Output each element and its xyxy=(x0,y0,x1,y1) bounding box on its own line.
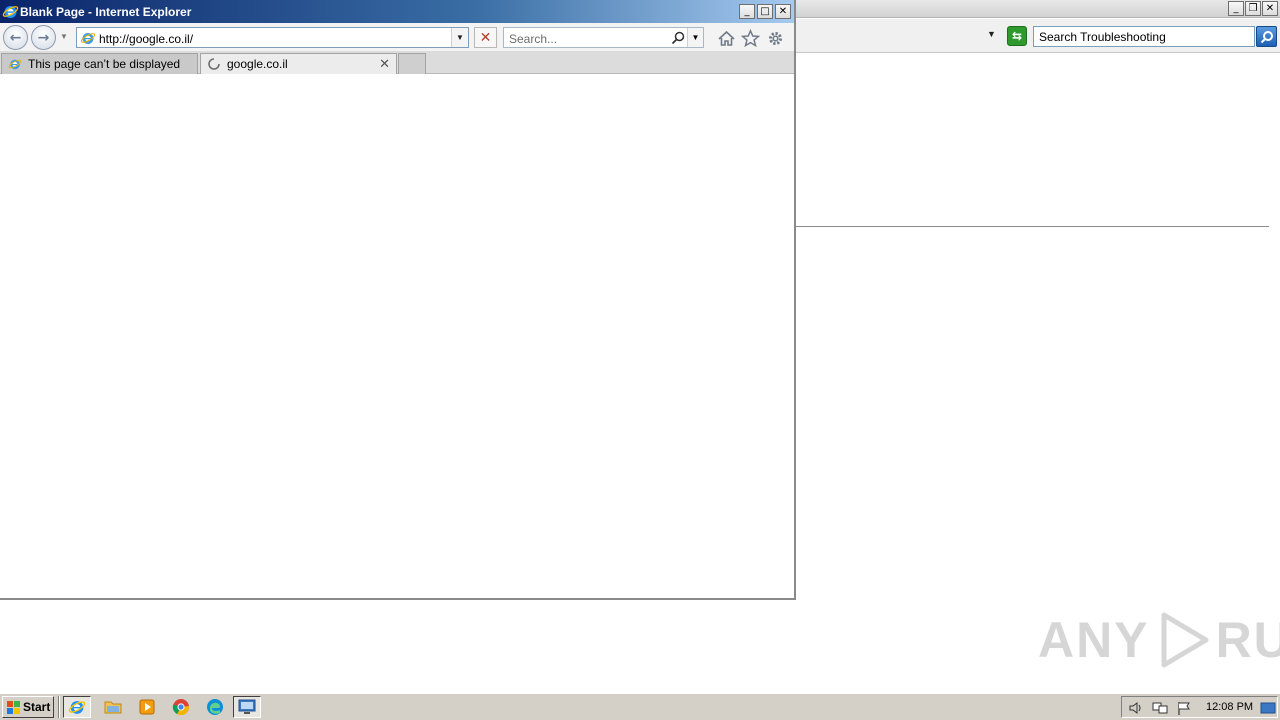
taskbar-file-explorer[interactable] xyxy=(99,696,127,718)
favorites-star-icon[interactable] xyxy=(741,29,760,48)
background-caption-buttons: _ ❐ ✕ xyxy=(1228,1,1278,16)
ie-window-title: Blank Page - Internet Explorer xyxy=(20,5,192,19)
bg-close-button[interactable]: ✕ xyxy=(1262,1,1278,16)
taskbar-remote-desktop[interactable] xyxy=(233,696,261,718)
bg-refresh-icon[interactable]: ⇆ xyxy=(1007,26,1027,46)
bg-restore-button[interactable]: ❐ xyxy=(1245,1,1261,16)
tools-gear-icon[interactable] xyxy=(766,29,785,48)
bg-search-button[interactable] xyxy=(1256,26,1277,47)
edge-icon xyxy=(207,699,223,715)
background-toolbar: ▼ ⇆ Search Troubleshooting xyxy=(795,19,1280,53)
ie-minimize-button[interactable]: _ xyxy=(739,4,755,19)
taskbar-edge[interactable] xyxy=(201,696,229,718)
loading-spinner-icon xyxy=(208,58,220,70)
ie-maximize-button[interactable]: □ xyxy=(757,4,773,19)
back-button[interactable]: ← xyxy=(3,25,28,50)
horizontal-divider xyxy=(795,226,1269,227)
background-window-titlebar: _ ❐ ✕ xyxy=(795,0,1280,18)
tab-page-cant-be-displayed[interactable]: This page can’t be displayed xyxy=(1,53,198,74)
ie-navigation-toolbar: ← → ▼ ▼ ✕ ▼ xyxy=(0,23,794,51)
page-content-area xyxy=(0,75,794,598)
media-player-icon xyxy=(139,699,155,715)
recent-pages-dropdown-icon[interactable]: ▼ xyxy=(60,32,68,41)
ie-window: Blank Page - Internet Explorer _ □ ✕ ← →… xyxy=(0,0,796,600)
taskbar-internet-explorer[interactable] xyxy=(63,696,91,718)
taskbar-separator xyxy=(58,696,60,718)
chrome-icon xyxy=(172,699,189,716)
search-provider-dropdown-icon[interactable]: ▼ xyxy=(687,28,703,47)
clock[interactable]: 12:08 PM xyxy=(1206,701,1253,713)
tab-label: google.co.il xyxy=(227,57,288,71)
network-icon[interactable] xyxy=(1152,700,1168,716)
ie-caption-buttons: _ □ ✕ xyxy=(739,4,791,19)
bg-history-dropdown-icon[interactable]: ▼ xyxy=(987,29,996,39)
volume-icon[interactable] xyxy=(1128,700,1144,716)
tab-bar: This page can’t be displayed google.co.i… xyxy=(0,51,794,74)
search-input[interactable] xyxy=(509,31,659,46)
ie-logo-icon xyxy=(2,6,19,18)
address-input[interactable] xyxy=(99,31,449,46)
action-center-flag-icon[interactable] xyxy=(1176,700,1192,716)
windows-flag-icon xyxy=(7,700,20,714)
show-desktop-icon[interactable] xyxy=(1260,700,1276,716)
tab-google[interactable]: google.co.il ✕ xyxy=(200,53,397,74)
start-button[interactable]: Start xyxy=(2,696,54,718)
stop-button[interactable]: ✕ xyxy=(474,27,497,48)
bg-minimize-button[interactable]: _ xyxy=(1228,1,1244,16)
search-icon[interactable] xyxy=(670,30,686,46)
ie-titlebar[interactable]: Blank Page - Internet Explorer _ □ ✕ xyxy=(0,0,794,23)
address-bar[interactable]: ▼ xyxy=(76,27,469,48)
taskbar-chrome[interactable] xyxy=(167,696,195,718)
search-box[interactable]: ▼ xyxy=(503,27,704,48)
close-tab-icon[interactable]: ✕ xyxy=(379,57,390,72)
taskbar: Start 12:08 PM xyxy=(0,692,1280,720)
internet-explorer-icon xyxy=(68,701,86,714)
forward-button[interactable]: → xyxy=(31,25,56,50)
forward-arrow-icon: → xyxy=(37,29,50,46)
ie-close-button[interactable]: ✕ xyxy=(775,4,791,19)
taskbar-media-player[interactable] xyxy=(133,696,161,718)
watermark-left-text: ANY xyxy=(1038,612,1150,668)
watermark-right-text: RUN xyxy=(1215,612,1280,668)
address-dropdown-icon[interactable]: ▼ xyxy=(451,28,468,47)
file-explorer-icon xyxy=(104,701,122,714)
stop-x-icon: ✕ xyxy=(479,29,492,46)
bg-search-field[interactable]: Search Troubleshooting xyxy=(1033,26,1255,47)
ie-page-icon xyxy=(8,59,22,70)
back-arrow-icon: ← xyxy=(9,29,22,46)
bg-search-icon xyxy=(1260,30,1273,43)
new-tab-button[interactable] xyxy=(398,53,426,74)
start-label: Start xyxy=(23,700,51,714)
system-tray: 12:08 PM xyxy=(1121,696,1278,718)
home-icon[interactable] xyxy=(717,29,736,48)
remote-desktop-icon xyxy=(238,699,256,714)
tab-label: This page can’t be displayed xyxy=(28,57,181,71)
play-triangle-icon xyxy=(1161,612,1209,668)
anyrun-watermark: ANY RUN xyxy=(1038,608,1280,672)
ie-page-icon xyxy=(80,33,96,44)
